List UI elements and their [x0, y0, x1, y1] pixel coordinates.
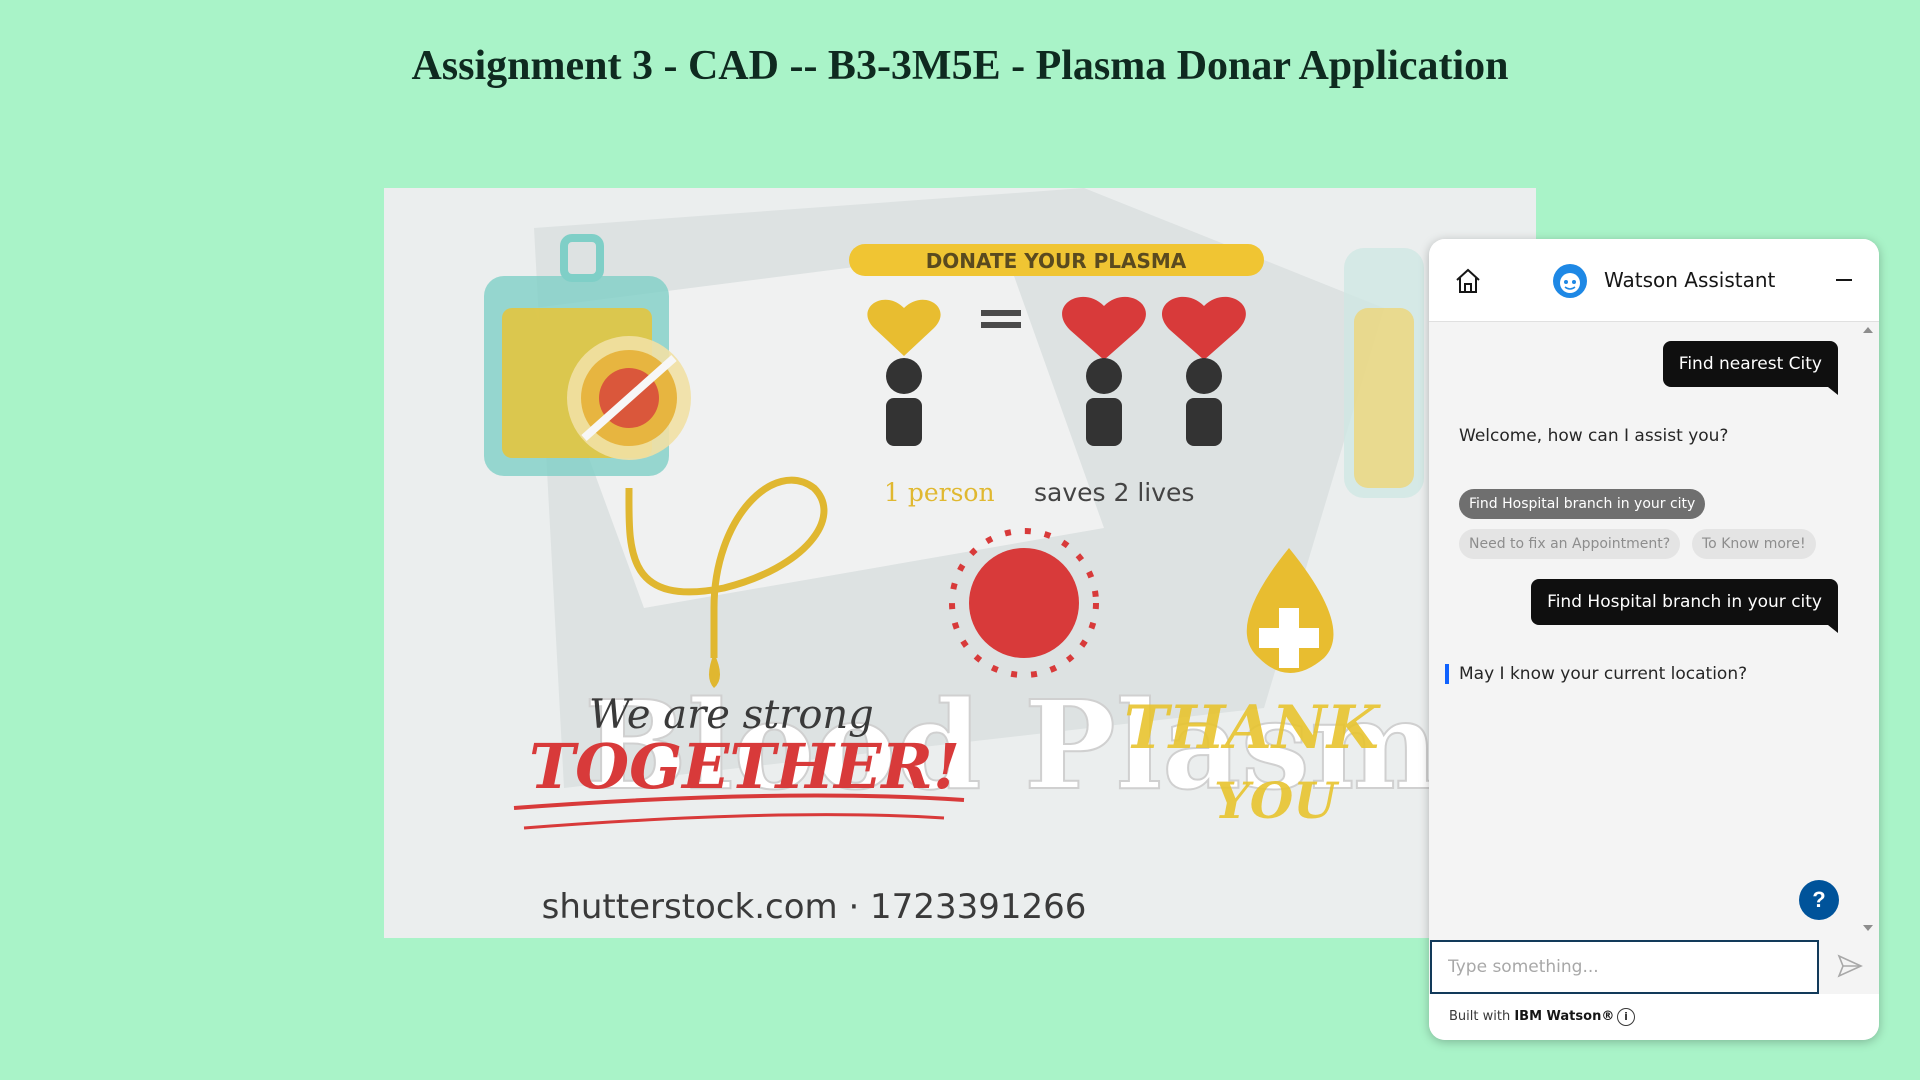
plasma-donation-banner-image: DONATE YOUR PLASMA 1 person saves 2 live…	[384, 188, 1536, 938]
chat-header-title: Watson Assistant	[1604, 268, 1776, 292]
page-title: Assignment 3 - CAD -- B3-3M5E - Plasma D…	[411, 43, 1509, 89]
minimize-icon[interactable]	[1831, 267, 1857, 293]
help-button[interactable]: ?	[1799, 880, 1839, 920]
scroll-up-arrow-icon[interactable]	[1863, 327, 1873, 333]
chat-input-container	[1430, 940, 1819, 994]
send-icon[interactable]	[1836, 952, 1864, 980]
watson-assistant-chat: Watson Assistant Find nearest City Welco…	[1429, 239, 1879, 1040]
bot-message: Welcome, how can I assist you?	[1459, 426, 1729, 446]
quick-reply-know-more[interactable]: To Know more!	[1692, 529, 1816, 559]
home-icon[interactable]	[1453, 266, 1483, 296]
quick-reply-hospital-branch[interactable]: Find Hospital branch in your city	[1459, 489, 1706, 519]
user-message: Find Hospital branch in your city	[1531, 579, 1838, 633]
banner-thank-text: THANK	[1124, 693, 1382, 763]
banner-together-text: TOGETHER!	[529, 730, 960, 803]
chat-footer: Built with IBM Watson® i	[1429, 994, 1879, 1040]
footer-brand: IBM Watson®	[1514, 1009, 1615, 1024]
banner-tagline-highlight: 1 person	[884, 478, 995, 507]
watson-avatar-icon	[1553, 264, 1587, 298]
chat-header: Watson Assistant	[1429, 239, 1879, 322]
info-icon[interactable]: i	[1617, 1008, 1635, 1026]
scroll-down-arrow-icon[interactable]	[1863, 925, 1873, 931]
quick-reply-appointment[interactable]: Need to fix an Appointment?	[1459, 529, 1681, 559]
bot-message: May I know your current location?	[1459, 664, 1748, 684]
chat-message-input[interactable]	[1432, 942, 1817, 992]
user-message: Find nearest City	[1662, 341, 1839, 395]
banner-watermark: shutterstock.com · 1723391266	[542, 887, 1087, 927]
footer-text: Built with IBM Watson®	[1449, 1009, 1615, 1024]
bot-message-indicator	[1445, 664, 1449, 684]
banner-headline: DONATE YOUR PLASMA	[926, 249, 1187, 273]
banner-tagline: saves 2 lives	[1034, 478, 1194, 507]
banner-you-text: YOU	[1214, 771, 1340, 830]
